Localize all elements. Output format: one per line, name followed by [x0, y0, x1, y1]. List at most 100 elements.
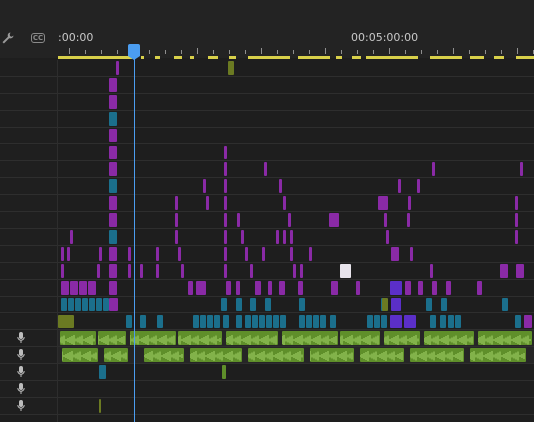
timeline-clip[interactable] — [140, 314, 146, 329]
timeline-clip[interactable] — [320, 314, 326, 329]
timeline-clip[interactable] — [224, 263, 227, 278]
timeline-clip[interactable] — [418, 280, 423, 295]
timeline-clip[interactable] — [75, 297, 81, 312]
timeline-clip[interactable] — [103, 297, 109, 312]
timeline-clip[interactable] — [109, 196, 117, 211]
timeline-clip[interactable] — [99, 246, 102, 261]
timeline-clip[interactable] — [340, 263, 351, 278]
timeline-clip[interactable] — [109, 246, 117, 261]
timeline-clip[interactable] — [290, 246, 293, 261]
video-track-lane[interactable] — [57, 76, 534, 94]
video-track-header[interactable] — [0, 178, 57, 196]
timeline-clip[interactable] — [448, 314, 454, 329]
timeline-clip[interactable] — [236, 297, 242, 312]
audio-clip[interactable] — [247, 348, 304, 363]
timeline-clip[interactable] — [193, 314, 199, 329]
timeline-clip[interactable] — [224, 145, 227, 160]
timeline-clip[interactable] — [283, 196, 286, 211]
audio-clip[interactable] — [383, 331, 420, 346]
timeline-clip[interactable] — [273, 314, 279, 329]
audio-clip[interactable] — [225, 331, 278, 346]
timeline-clip[interactable] — [268, 280, 272, 295]
timeline-clip[interactable] — [265, 297, 271, 312]
timeline-clip[interactable] — [381, 314, 387, 329]
timeline-clip[interactable] — [520, 162, 523, 177]
video-track-lane[interactable] — [57, 229, 534, 246]
timeline-clip[interactable] — [299, 314, 305, 329]
timeline-clip[interactable] — [408, 196, 411, 211]
audio-clip[interactable] — [61, 348, 98, 363]
timeline-clip[interactable] — [515, 213, 518, 227]
timeline-clip[interactable] — [109, 213, 117, 227]
playhead-line[interactable] — [134, 50, 135, 422]
audio-clip[interactable] — [143, 348, 184, 363]
video-track-header[interactable] — [0, 110, 57, 128]
audio-clip[interactable] — [339, 331, 380, 346]
timeline-clip[interactable] — [329, 213, 339, 227]
timeline-clip[interactable] — [262, 246, 265, 261]
timeline-clip[interactable] — [382, 297, 388, 312]
timeline-clip[interactable] — [391, 246, 399, 261]
timeline-clip[interactable] — [109, 230, 117, 244]
timeline-clip[interactable] — [250, 263, 253, 278]
timeline-clip[interactable] — [515, 196, 518, 211]
timeline-clip[interactable] — [455, 314, 461, 329]
video-track-header[interactable] — [0, 93, 57, 111]
timeline-clip[interactable] — [61, 246, 64, 261]
timeline-clip[interactable] — [356, 280, 360, 295]
timeline-clip[interactable] — [109, 280, 117, 295]
audio-track-lane[interactable] — [57, 364, 534, 382]
video-track-lane[interactable] — [57, 195, 534, 213]
timeline-clip[interactable] — [386, 230, 389, 244]
timeline-clip[interactable] — [524, 314, 532, 329]
video-track-header[interactable] — [0, 76, 57, 94]
audio-clip[interactable] — [409, 348, 464, 363]
timeline-clip[interactable] — [175, 196, 178, 211]
audio-track-header[interactable] — [0, 381, 57, 398]
video-track-header[interactable] — [0, 313, 57, 331]
timeline-clip[interactable] — [178, 246, 181, 261]
timeline-clip[interactable] — [214, 314, 220, 329]
timeline-clip[interactable] — [515, 314, 521, 329]
timeline-clip[interactable] — [224, 230, 227, 244]
video-track-lane[interactable] — [57, 60, 534, 77]
timeline-clip[interactable] — [426, 297, 432, 312]
audio-clip[interactable] — [359, 348, 404, 363]
timeline-clip[interactable] — [109, 179, 117, 194]
audio-clip[interactable] — [97, 331, 126, 346]
timeline-clip[interactable] — [384, 213, 387, 227]
playhead-handle[interactable] — [128, 44, 140, 60]
audio-track-header[interactable] — [0, 398, 57, 415]
timeline-clip[interactable] — [89, 297, 95, 312]
timeline-clip[interactable] — [405, 280, 411, 295]
timeline-clip[interactable] — [126, 314, 132, 329]
timeline-clip[interactable] — [82, 297, 88, 312]
timeline-clip[interactable] — [140, 263, 143, 278]
audio-clip[interactable] — [59, 331, 96, 346]
audio-clip[interactable] — [423, 331, 474, 346]
mic-icon[interactable] — [17, 400, 25, 412]
timeline-clip[interactable] — [61, 297, 67, 312]
video-track-lane[interactable] — [57, 212, 534, 229]
video-track-lane[interactable] — [57, 161, 534, 179]
timeline-clip[interactable] — [446, 280, 451, 295]
timeline-clip[interactable] — [515, 230, 518, 244]
video-track-lane[interactable] — [57, 296, 534, 314]
timeline-clip[interactable] — [280, 314, 286, 329]
mic-icon[interactable] — [17, 383, 25, 395]
wrench-icon[interactable] — [0, 28, 16, 48]
video-track-lane[interactable] — [57, 110, 534, 128]
audio-clip[interactable] — [281, 331, 338, 346]
timeline-clip[interactable] — [109, 263, 117, 278]
timeline-clip[interactable] — [374, 314, 380, 329]
video-track-header[interactable] — [0, 279, 57, 297]
timeline-clip[interactable] — [299, 297, 305, 312]
timeline-clip[interactable] — [79, 280, 87, 295]
timeline-clip[interactable] — [224, 179, 227, 194]
timeline-clip[interactable] — [61, 263, 64, 278]
timeline-clip[interactable] — [181, 263, 184, 278]
audio-clip[interactable] — [477, 331, 532, 346]
timeline-clip[interactable] — [109, 145, 117, 160]
timeline-clip[interactable] — [237, 213, 240, 227]
video-track-lane[interactable] — [57, 178, 534, 196]
